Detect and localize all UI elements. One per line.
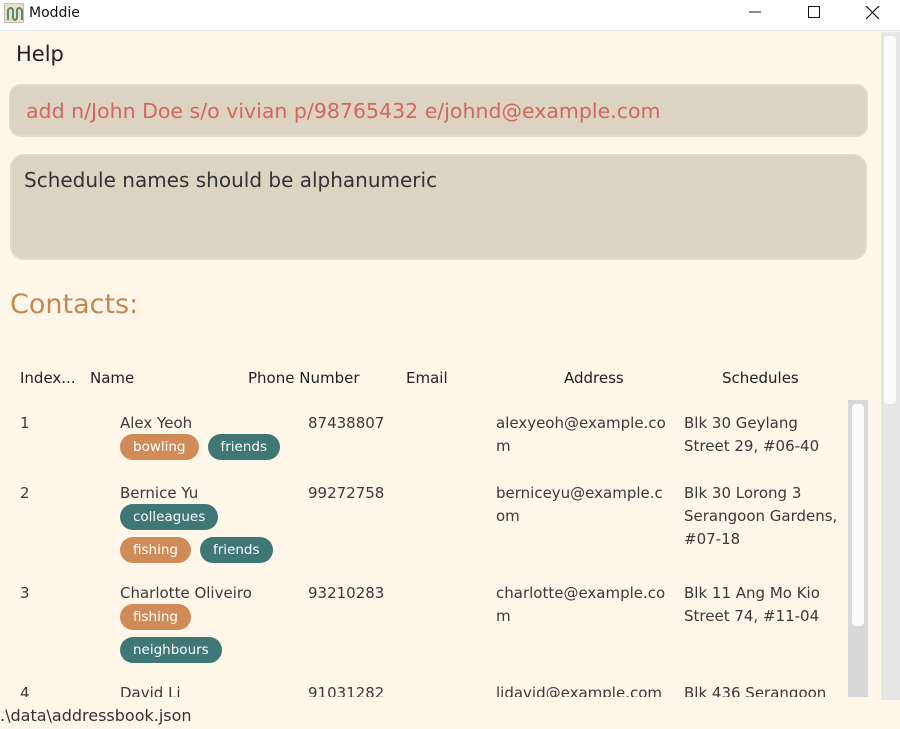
contact-address: Blk 30 Lorong 3 Serangoon Gardens, #07-1… xyxy=(684,484,838,548)
command-input[interactable]: add n/John Doe s/o vivian p/98765432 e/j… xyxy=(9,84,868,137)
column-header-phone[interactable]: Phone Number xyxy=(248,369,360,387)
contact-email: lidavid@example.com xyxy=(496,684,662,697)
contact-list[interactable]: 1 Alex Yeoh 87438807 alexyeoh@example.co… xyxy=(0,400,848,697)
contact-phone: 93210283 xyxy=(308,584,385,602)
minimize-button[interactable] xyxy=(731,0,777,28)
contact-name: Charlotte Oliveiro xyxy=(120,584,252,602)
contact-email: alexyeoh@example.com xyxy=(496,414,666,455)
contact-index: 2 xyxy=(20,484,30,502)
contacts-heading: Contacts: xyxy=(10,289,139,320)
moddie-logo-icon xyxy=(4,3,24,23)
maximize-icon xyxy=(808,6,820,18)
window-scroll-thumb[interactable] xyxy=(884,36,896,404)
contact-tags: bowling friends xyxy=(120,434,296,460)
contact-name: David Li xyxy=(120,684,181,697)
contact-phone: 87438807 xyxy=(308,414,385,432)
contact-address: Blk 30 Geylang Street 29, #06-40 xyxy=(684,414,820,455)
status-bar-file-path: .\data\addressbook.json xyxy=(0,706,192,725)
window-scrollbar[interactable] xyxy=(881,32,900,700)
minimize-icon xyxy=(749,11,761,13)
result-message: Schedule names should be alphanumeric xyxy=(24,168,438,192)
column-header-index[interactable]: Index... xyxy=(20,369,76,387)
tag-badge: fishing xyxy=(120,537,191,563)
close-button[interactable] xyxy=(849,0,895,28)
contact-tags: colleagues fishing friends xyxy=(120,504,296,563)
title-bar: Moddie xyxy=(0,0,900,31)
contact-list-scrollbar[interactable] xyxy=(848,400,868,697)
column-header-name[interactable]: Name xyxy=(90,369,134,387)
contact-phone: 99272758 xyxy=(308,484,385,502)
contact-tags: fishing neighbours xyxy=(120,604,296,663)
column-header-schedules[interactable]: Schedules xyxy=(722,369,799,387)
contact-index: 4 xyxy=(20,684,30,697)
close-icon xyxy=(865,6,880,20)
contact-address: Blk 11 Ang Mo Kio Street 74, #11-04 xyxy=(684,584,820,625)
help-menu[interactable]: Help xyxy=(16,42,64,66)
contact-index: 3 xyxy=(20,584,30,602)
tag-badge: colleagues xyxy=(120,504,219,530)
contact-name: Alex Yeoh xyxy=(120,414,193,432)
tag-badge: friends xyxy=(207,434,281,460)
result-display: Schedule names should be alphanumeric xyxy=(10,154,867,260)
maximize-button[interactable] xyxy=(790,0,836,28)
tag-badge: fishing xyxy=(120,604,191,630)
contact-index: 1 xyxy=(20,414,30,432)
tag-badge: bowling xyxy=(120,434,199,460)
contact-email: berniceyu@example.com xyxy=(496,484,663,525)
contact-address: Blk 436 Serangoon xyxy=(684,684,827,697)
column-header-address[interactable]: Address xyxy=(564,369,624,387)
command-input-text: add n/John Doe s/o vivian p/98765432 e/j… xyxy=(26,99,661,123)
contact-phone: 91031282 xyxy=(308,684,385,697)
tag-badge: friends xyxy=(199,537,273,563)
column-header-email[interactable]: Email xyxy=(406,369,448,387)
contact-email: charlotte@example.com xyxy=(496,584,666,625)
contact-list-scroll-thumb[interactable] xyxy=(852,404,864,626)
contact-name: Bernice Yu xyxy=(120,484,199,502)
window-title: Moddie xyxy=(29,5,80,21)
tag-badge: neighbours xyxy=(120,637,222,663)
